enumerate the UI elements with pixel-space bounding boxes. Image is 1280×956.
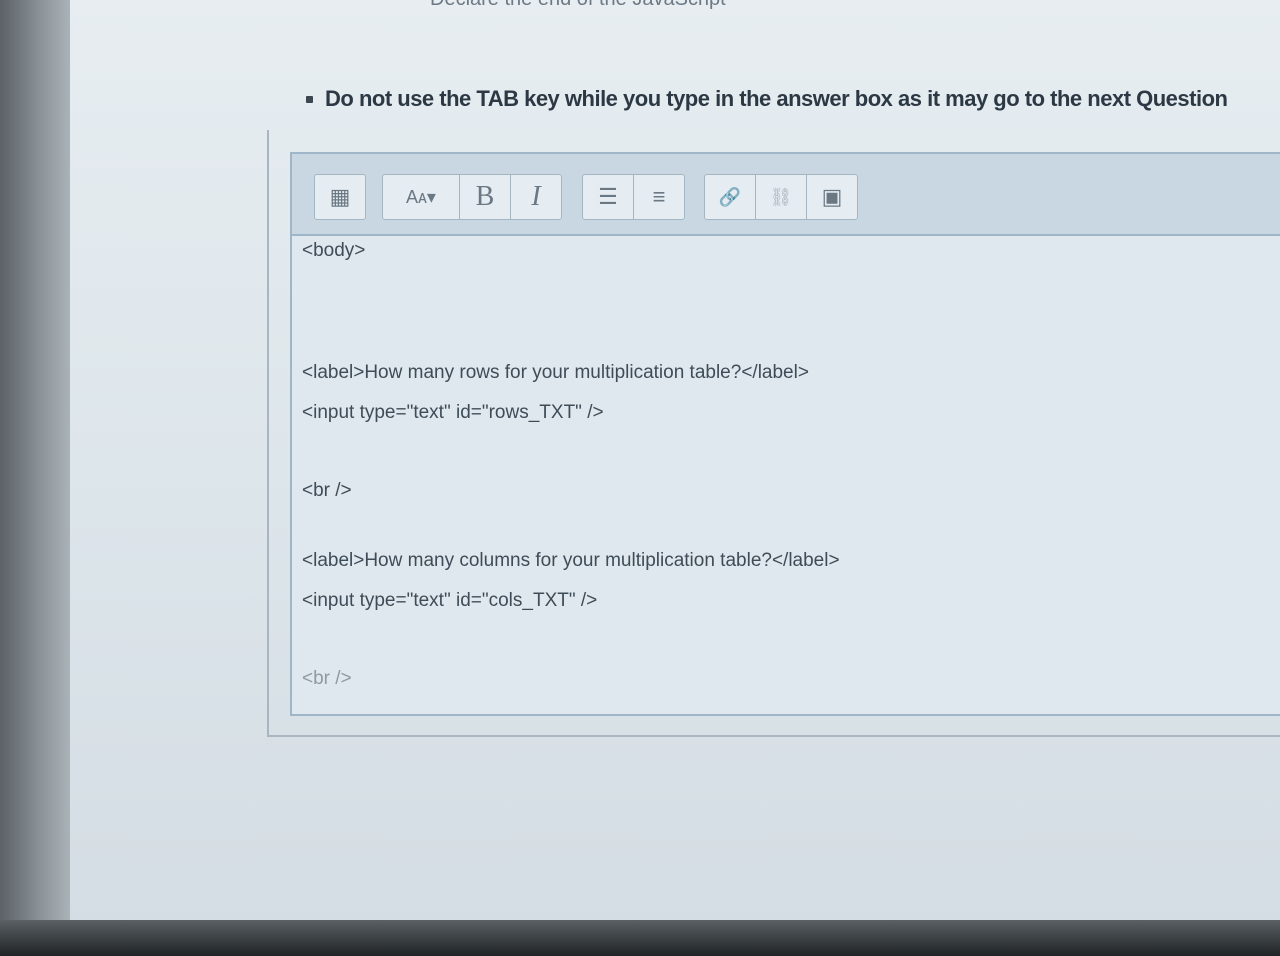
unlink-button[interactable]: ⛓ [756, 175, 807, 219]
font-size-icon: Aᴀ▾ [406, 186, 436, 207]
unlink-icon: ⛓ [769, 186, 793, 207]
editor-content[interactable]: <body> <label>How many rows for your mul… [300, 236, 1280, 714]
instruction-text: Do not use the TAB key while you type in… [325, 86, 1228, 111]
toolbar-group-toggle: ▦ [314, 174, 366, 220]
toolbar-group-lists: ☰ ≡ [582, 174, 685, 220]
instruction-bullet: Do not use the TAB key while you type in… [306, 86, 1228, 112]
link-button[interactable]: 🔗 [705, 175, 756, 219]
italic-button[interactable]: I [511, 175, 561, 219]
bullet-icon [306, 95, 313, 103]
toolbar-group-insert: 🔗 ⛓ ▣ [704, 174, 858, 220]
monitor-bezel-bottom [0, 920, 1280, 956]
bold-button[interactable]: B [460, 175, 511, 219]
code-line: <input type="text" id="cols_TXT" /> [302, 590, 598, 611]
code-line: <body> [302, 240, 366, 261]
editor-toolbar: ▦ Aᴀ▾ B I ☰ ≡ 🔗 ⛓ ▣ [292, 154, 1280, 236]
numbered-list-button[interactable]: ≡ [634, 175, 684, 219]
code-line: <br /> [302, 668, 352, 689]
image-icon: ▣ [821, 184, 843, 209]
bullet-list-icon: ☰ [598, 184, 618, 209]
bullet-list-button[interactable]: ☰ [583, 175, 634, 219]
image-button[interactable]: ▣ [807, 175, 857, 219]
code-line: <label>How many columns for your multipl… [302, 550, 840, 571]
toggle-toolbar-icon: ▦ [329, 184, 351, 209]
link-icon: 🔗 [718, 186, 742, 207]
bold-icon: B [475, 181, 495, 212]
font-size-button[interactable]: Aᴀ▾ [383, 175, 460, 219]
code-line: <br /> [302, 480, 352, 501]
numbered-list-icon: ≡ [652, 184, 666, 209]
answer-editor[interactable]: ▦ Aᴀ▾ B I ☰ ≡ 🔗 ⛓ ▣ <body> <label>How ma… [290, 152, 1280, 716]
italic-icon: I [531, 181, 541, 212]
monitor-bezel [0, 0, 70, 956]
toggle-toolbar-button[interactable]: ▦ [315, 175, 365, 219]
code-line: <label>How many rows for your multiplica… [302, 362, 809, 383]
code-line: <input type="text" id="rows_TXT" /> [302, 402, 604, 423]
previous-instruction: Declare the end of the JavaScript [430, 0, 726, 11]
toolbar-group-format: Aᴀ▾ B I [382, 174, 562, 220]
